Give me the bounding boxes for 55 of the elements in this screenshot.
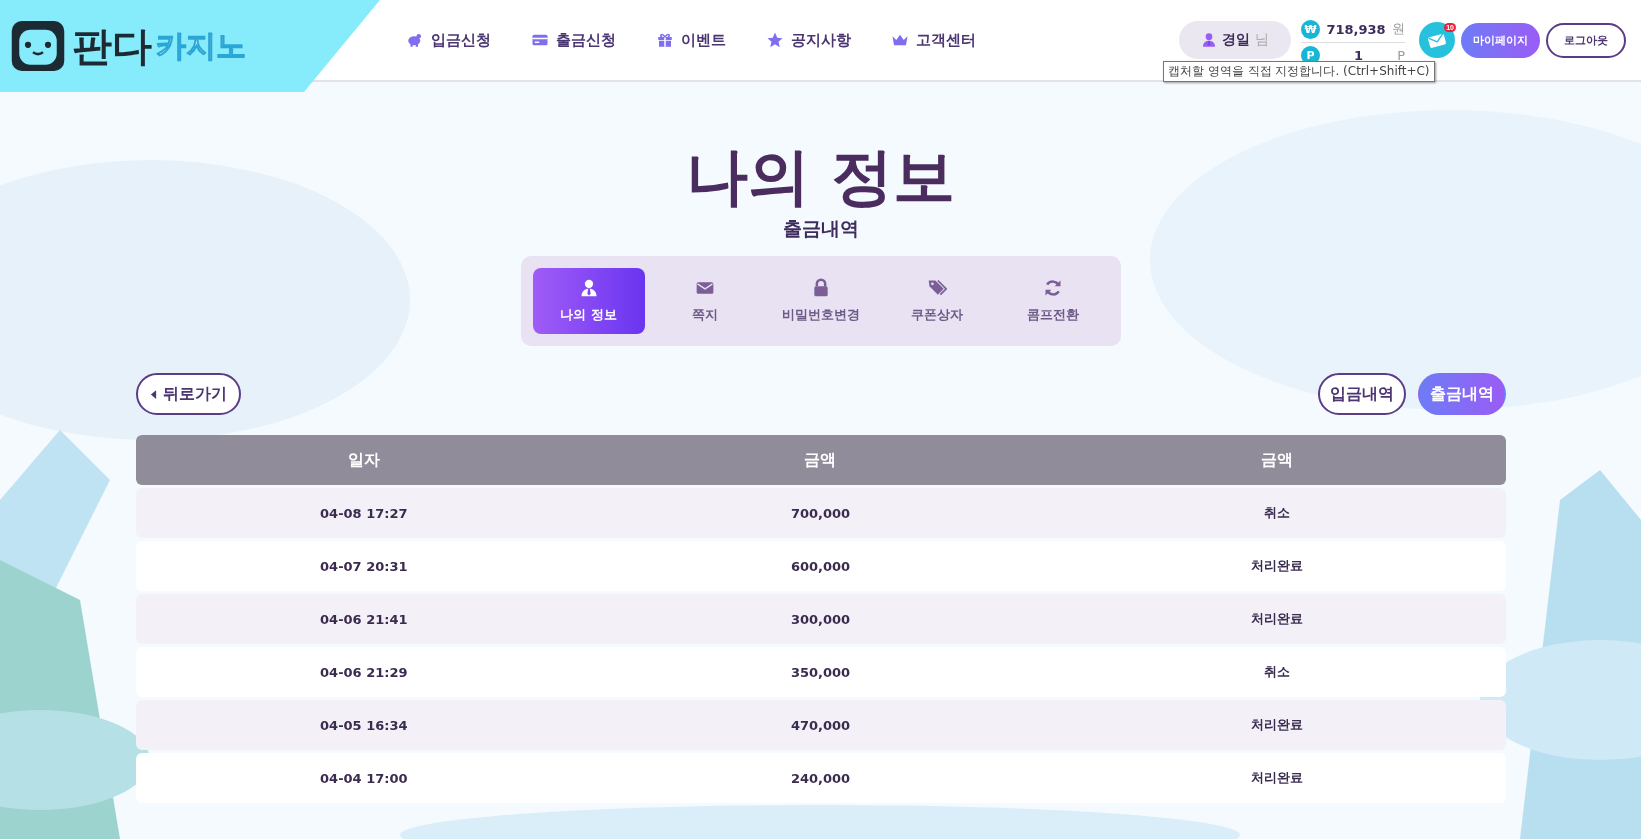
nav-link[interactable]: 공지사항 <box>766 30 851 50</box>
table-cell-text: 04-07 20:31 <box>319 558 409 574</box>
page-subtitle: 출금내역 <box>782 216 859 241</box>
table-cell-text: 04-04 17:00 <box>319 770 409 786</box>
table-cell-text: 취소 <box>1263 663 1292 681</box>
caret-left-icon <box>149 388 157 400</box>
table-cell-text: 470,000 <box>789 717 852 733</box>
mypage-button[interactable]: 마이페이지 <box>1461 22 1540 58</box>
nav-link[interactable]: 이벤트 <box>656 30 726 50</box>
table-cell-text: 취소 <box>1263 504 1292 522</box>
column-header: 일자 <box>346 449 381 471</box>
table-cell-text: 04-05 16:34 <box>319 717 409 733</box>
user-name: 경일 <box>1222 31 1250 49</box>
table-cell-text: 300,000 <box>789 611 852 627</box>
refresh-icon <box>1042 278 1063 298</box>
page-title: 나의 정보 <box>685 142 956 212</box>
piggy-bank-icon <box>406 31 424 49</box>
table-cell-text: 처리완료 <box>1250 716 1305 734</box>
tab[interactable]: 비밀번호변경 <box>764 268 877 334</box>
table-cell-text: 처리완료 <box>1250 769 1305 787</box>
tab[interactable]: 나의 정보 <box>532 268 645 334</box>
star-icon <box>766 31 784 49</box>
table-cell-text: 처리완료 <box>1250 610 1305 628</box>
logout-button[interactable]: 로그아웃 <box>1546 22 1626 58</box>
logo-subtext: 카지노 <box>156 26 246 65</box>
table-cell-text: 04-06 21:41 <box>319 611 409 627</box>
table-cell-text: 04-08 17:27 <box>319 505 409 521</box>
nav-link[interactable]: 출금신청 <box>531 30 616 50</box>
logo-text: 판다 <box>72 21 152 71</box>
points-amount: 1 <box>1353 47 1365 63</box>
tab[interactable]: 쪽지 <box>648 268 761 334</box>
table-cell-text: 350,000 <box>789 664 852 680</box>
gift-icon <box>656 31 674 49</box>
tab[interactable]: 콤프전환 <box>996 268 1109 334</box>
history-tab[interactable]: 출금내역 <box>1417 373 1506 415</box>
column-header: 금액 <box>1260 449 1295 471</box>
tab[interactable]: 쿠폰상자 <box>880 268 993 334</box>
unit-label: P <box>1397 47 1405 63</box>
user-suffix: 님 <box>1255 31 1269 49</box>
coin-icon: ₩ <box>1301 19 1320 39</box>
nav-link[interactable]: 고객센터 <box>891 30 976 50</box>
nav-link[interactable]: 입금신청 <box>406 30 491 50</box>
user-icon <box>1201 32 1217 48</box>
table-cell-text: 700,000 <box>789 505 852 521</box>
history-tab[interactable]: 입금내역 <box>1317 373 1406 415</box>
balance-amount: 718,938 <box>1325 21 1387 37</box>
tags-icon <box>926 278 947 298</box>
table-cell-text: 600,000 <box>789 558 852 574</box>
column-header: 금액 <box>803 449 838 471</box>
table-cell-text: 04-06 21:29 <box>319 664 409 680</box>
tooltip: 캡처할 영역을 직접 지정합니다. (Ctrl+Shift+C) <box>1163 61 1435 82</box>
back-button[interactable]: 뒤로가기 <box>135 373 241 415</box>
unit-label: 원 <box>1392 20 1405 38</box>
table-cell-text: 240,000 <box>789 770 852 786</box>
table-cell-text: 처리완료 <box>1250 557 1305 575</box>
